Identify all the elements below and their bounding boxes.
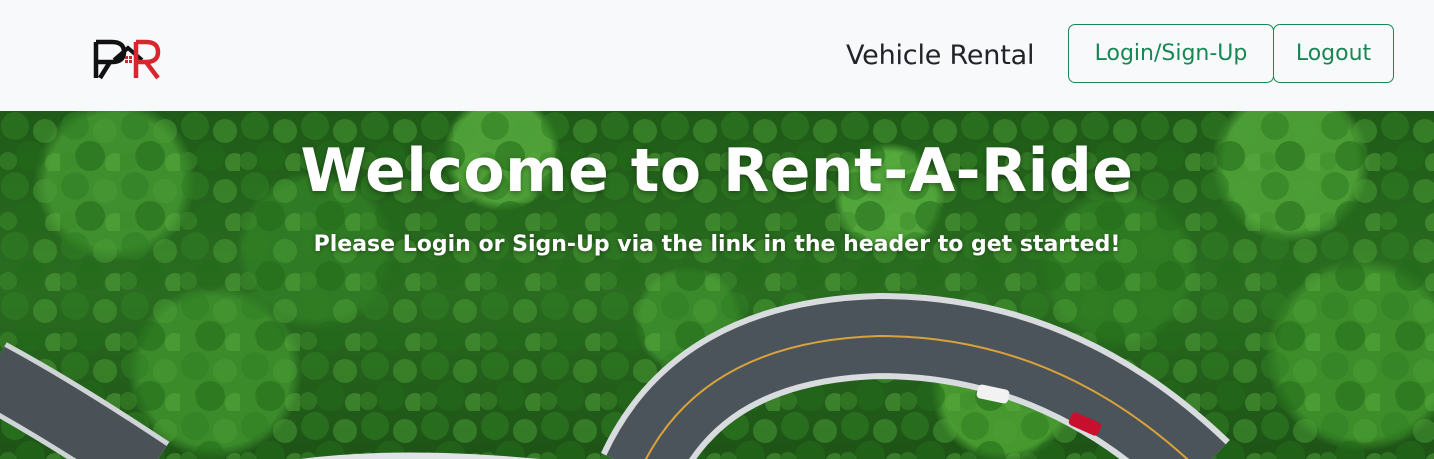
navbar: Vehicle Rental Login/Sign-Up Logout [0, 0, 1434, 111]
logout-button[interactable]: Logout [1273, 24, 1394, 83]
brand-text[interactable]: Vehicle Rental [846, 36, 1034, 76]
hero-subtitle: Please Login or Sign-Up via the link in … [313, 232, 1121, 257]
hero-banner: Welcome to Rent-A-Ride Please Login or S… [0, 111, 1434, 459]
hero-title: Welcome to Rent-A-Ride [300, 136, 1134, 206]
rent-a-ride-logo-icon[interactable] [92, 38, 162, 82]
login-signup-button[interactable]: Login/Sign-Up [1068, 24, 1274, 83]
